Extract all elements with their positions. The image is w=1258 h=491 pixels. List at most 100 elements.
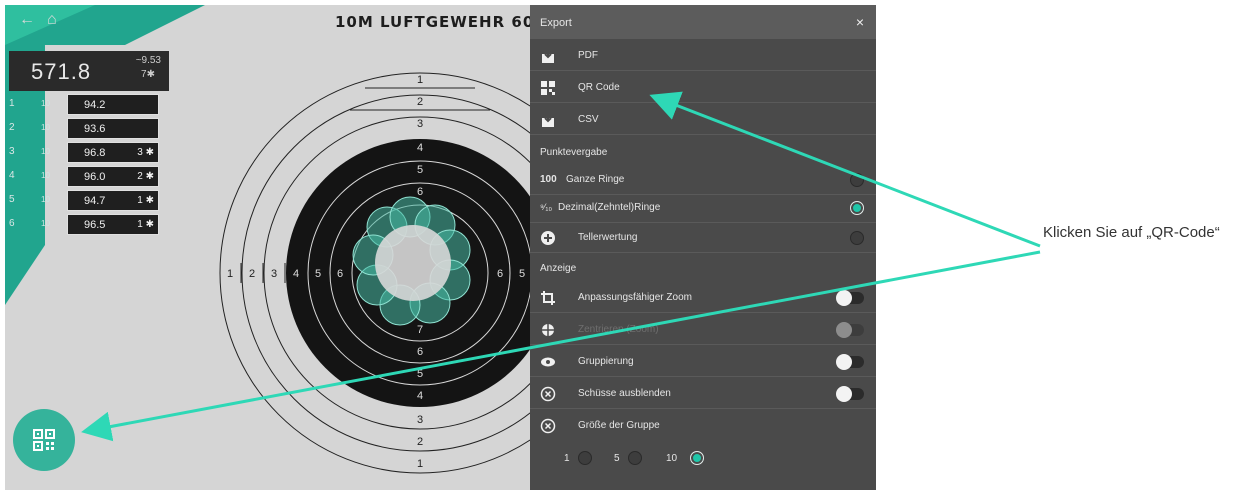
- svg-text:5: 5: [519, 268, 525, 280]
- svg-text:1: 1: [417, 458, 423, 470]
- series-index: 3: [9, 146, 15, 157]
- svg-text:4: 4: [417, 390, 423, 402]
- close-circle-icon: [540, 418, 556, 434]
- svg-text:2: 2: [417, 96, 423, 108]
- scoring-section-title: Punktevergabe: [540, 147, 608, 158]
- display-label: Gruppierung: [578, 356, 634, 367]
- export-item-label: CSV: [578, 114, 599, 125]
- series-score: 96.0: [84, 171, 106, 183]
- group-size-radio[interactable]: [578, 451, 592, 465]
- scoring-option-whole-rings[interactable]: 100 Ganze Ringe: [530, 165, 876, 195]
- inner-tens-count: 7✱: [141, 69, 155, 80]
- qr-code-fab-button[interactable]: [13, 409, 75, 471]
- series-list: 1 10 94.2 2 10 93.6 3 10 96.8 3 ✱ 4 10 96…: [5, 94, 165, 238]
- display-option-adaptive-zoom[interactable]: Anpassungsfähiger Zoom: [530, 283, 876, 313]
- group-size-label: 1: [564, 453, 570, 464]
- series-row[interactable]: 3 10 96.8 3 ✱: [5, 142, 165, 163]
- display-label: Anpassungsfähiger Zoom: [578, 292, 692, 303]
- export-panel: Export × PDF QR Code CSV Punktevergabe 1…: [530, 5, 876, 490]
- svg-text:6: 6: [417, 346, 423, 358]
- svg-text:6: 6: [417, 186, 423, 198]
- display-label: Größe der Gruppe: [578, 420, 660, 431]
- series-index: 2: [9, 122, 15, 133]
- total-score: 571.8: [31, 59, 92, 84]
- series-inner-tens: 1 ✱: [137, 195, 154, 206]
- svg-text:4: 4: [293, 268, 299, 280]
- series-row[interactable]: 6 10 96.5 1 ✱: [5, 214, 165, 235]
- close-circle-icon: [540, 386, 556, 402]
- display-section-title: Anzeige: [540, 263, 577, 274]
- tutorial-canvas: ← ⌂ 10M LUFTGEWEHR 60 1 2 3 4 5 6 7 6 5 …: [0, 0, 1258, 491]
- series-score: 94.2: [84, 99, 106, 111]
- series-inner-tens: 2 ✱: [137, 171, 154, 182]
- series-score: 96.5: [84, 219, 106, 231]
- series-shots: 10: [41, 147, 50, 156]
- radio-button-selected[interactable]: [850, 201, 864, 215]
- average-score: ~9.53: [135, 55, 161, 66]
- download-icon: [542, 113, 554, 127]
- scoring-label: Ganze Ringe: [566, 174, 625, 185]
- series-shots: 10: [41, 123, 50, 132]
- scoring-label: Dezimal(Zehntel)Ringe: [558, 202, 661, 213]
- export-item-label: QR Code: [578, 82, 620, 93]
- download-icon: [542, 49, 554, 63]
- close-icon[interactable]: ×: [856, 14, 864, 30]
- svg-text:7: 7: [417, 324, 423, 336]
- display-option-hide-shots[interactable]: Schüsse ausblenden: [530, 379, 876, 409]
- series-shots: 10: [41, 99, 50, 108]
- group-size-radio[interactable]: [628, 451, 642, 465]
- svg-text:3: 3: [417, 118, 423, 130]
- annotation-text: Klicken Sie auf „QR-Code“: [1043, 224, 1220, 241]
- series-shots: 10: [41, 195, 50, 204]
- svg-text:1: 1: [227, 268, 233, 280]
- group-size-radio-selected[interactable]: [690, 451, 704, 465]
- display-label: Zentrieren (Zoom): [578, 324, 659, 335]
- series-score: 96.8: [84, 147, 106, 159]
- qr-code-icon: [33, 429, 55, 451]
- scoring-option-teller[interactable]: Tellerwertung: [530, 223, 876, 253]
- series-index: 5: [9, 194, 15, 205]
- svg-text:5: 5: [417, 368, 423, 380]
- svg-text:5: 5: [315, 268, 321, 280]
- display-option-center-zoom[interactable]: Zentrieren (Zoom): [530, 315, 876, 345]
- series-score: 93.6: [84, 123, 106, 135]
- display-option-grouping[interactable]: Gruppierung: [530, 347, 876, 377]
- radio-button[interactable]: [850, 173, 864, 187]
- toggle-switch[interactable]: [836, 290, 864, 306]
- scoring-badge: 100: [540, 174, 557, 185]
- export-qr-code-item[interactable]: QR Code: [530, 73, 876, 103]
- svg-text:1: 1: [417, 74, 423, 86]
- group-size-label: 10: [666, 453, 678, 464]
- series-index: 1: [9, 98, 15, 109]
- crosshair-icon: [541, 323, 555, 337]
- series-row[interactable]: 1 10 94.2: [5, 94, 165, 115]
- scoring-option-decimal-rings[interactable]: ⁹⁄₁₀ Dezimal(Zehntel)Ringe: [530, 193, 876, 223]
- series-shots: 10: [41, 219, 50, 228]
- svg-text:6: 6: [497, 268, 503, 280]
- svg-text:3: 3: [417, 414, 423, 426]
- toggle-switch[interactable]: [836, 386, 864, 402]
- display-label: Schüsse ausblenden: [578, 388, 671, 399]
- radio-button[interactable]: [850, 231, 864, 245]
- series-row[interactable]: 5 10 94.7 1 ✱: [5, 190, 165, 211]
- scoring-badge: ⁹⁄₁₀: [540, 202, 553, 212]
- svg-text:2: 2: [249, 268, 255, 280]
- group-size-label: 5: [614, 453, 620, 464]
- series-index: 4: [9, 170, 15, 181]
- series-inner-tens: 3 ✱: [137, 147, 154, 158]
- series-row[interactable]: 4 10 96.0 2 ✱: [5, 166, 165, 187]
- series-row[interactable]: 2 10 93.6: [5, 118, 165, 139]
- total-score-box: 571.8 ~9.53 7✱: [9, 51, 169, 91]
- export-pdf-item[interactable]: PDF: [530, 41, 876, 71]
- series-score: 94.7: [84, 195, 106, 207]
- display-option-group-size: Größe der Gruppe: [530, 411, 876, 441]
- toggle-switch[interactable]: [836, 354, 864, 370]
- plus-circle-icon: [541, 231, 555, 245]
- svg-text:3: 3: [271, 268, 277, 280]
- crop-icon: [541, 291, 555, 305]
- svg-text:2: 2: [417, 436, 423, 448]
- export-csv-item[interactable]: CSV: [530, 105, 876, 135]
- toggle-switch-disabled[interactable]: [836, 322, 864, 338]
- svg-text:4: 4: [417, 142, 423, 154]
- series-shots: 10: [41, 171, 50, 180]
